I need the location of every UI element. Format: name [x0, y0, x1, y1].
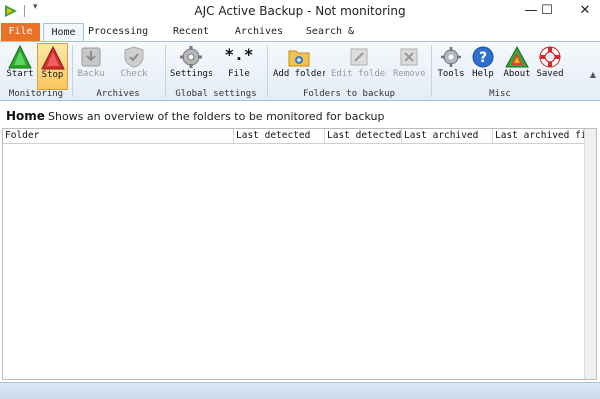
file-patterns-label: File [228, 69, 250, 79]
remove-folder-button[interactable]: Remove [393, 43, 425, 90]
group-label-misc: Misc [489, 89, 511, 99]
column-header-last-detected[interactable]: Last detected [234, 129, 325, 143]
check-integrity-button[interactable]: Check [114, 43, 154, 90]
column-header-last-archived[interactable]: Last archived [402, 129, 493, 143]
folder-remove-icon [400, 48, 418, 66]
tools-button[interactable]: Tools [436, 43, 466, 90]
folders-table[interactable]: Folder Last detected Last detected Last … [2, 128, 597, 380]
page-title: Home [6, 109, 45, 123]
tab-search-list[interactable]: Search & list [293, 23, 367, 54]
backup-download-icon [81, 47, 101, 67]
svg-text:?: ? [479, 50, 487, 66]
remove-folder-label: Remove [393, 69, 425, 79]
lifebuoy-icon [539, 46, 561, 68]
help-button[interactable]: ? Help [469, 43, 497, 90]
add-folder-button[interactable]: Add folder [273, 43, 325, 90]
window-title: AJC Active Backup - Not monitoring [194, 4, 406, 18]
start-button[interactable]: Start [4, 43, 36, 90]
page-description: Shows an overview of the folders to be m… [48, 110, 385, 123]
about-triangle-icon [505, 45, 529, 68]
add-folder-label: Add folder [273, 69, 325, 79]
table-header: Folder Last detected Last detected Last … [3, 129, 587, 144]
start-arrow-icon [8, 45, 32, 69]
about-label: About [503, 69, 531, 79]
gear-icon [180, 46, 202, 68]
stop-arrow-icon [40, 46, 65, 70]
settings-button[interactable]: Settings [170, 43, 212, 90]
ribbon-tab-bar: File Home Processing Recent files Archiv… [0, 23, 600, 60]
stop-label: Stop [41, 70, 64, 80]
start-label: Start [6, 69, 34, 79]
tab-recent-files[interactable]: Recent files [156, 23, 226, 54]
settings-label: Settings [170, 69, 212, 79]
edit-folder-button[interactable]: Edit folder [331, 43, 387, 90]
group-separator [267, 45, 268, 97]
maximize-button[interactable]: ☐ [532, 0, 562, 23]
vertical-scrollbar[interactable] [584, 129, 596, 379]
title-bar: ▾ AJC Active Backup - Not monitoring — ☐… [0, 0, 600, 23]
group-label-global-settings: Global settings [175, 89, 257, 99]
stop-button[interactable]: Stop [37, 43, 68, 90]
page-header: Home Shows an overview of the folders to… [0, 108, 600, 126]
ribbon-panel: Start Stop Monitoring Backu Check Archiv… [0, 41, 600, 101]
about-button[interactable]: About [501, 43, 533, 90]
backup-now-label: Backu [77, 69, 105, 79]
tools-gear-icon [441, 47, 461, 67]
tab-home[interactable]: Home [43, 23, 84, 42]
status-bar [0, 382, 600, 399]
tools-label: Tools [437, 69, 465, 79]
group-label-folders-to-backup: Folders to backup [302, 89, 396, 99]
column-header-last-archived-file[interactable]: Last archived file [493, 129, 587, 143]
edit-folder-label: Edit folder [331, 69, 387, 79]
saved-button[interactable]: Saved [535, 43, 565, 90]
collapse-ribbon-icon[interactable]: ▲ [590, 70, 596, 79]
backup-now-button[interactable]: Backu [76, 43, 106, 90]
shield-check-icon [124, 46, 144, 68]
close-button[interactable]: ✕ [570, 0, 600, 23]
folder-add-icon [288, 50, 310, 67]
column-header-last-detected-2[interactable]: Last detected [325, 129, 402, 143]
check-integrity-label: Check [120, 69, 148, 79]
tab-file[interactable]: File [1, 23, 40, 41]
group-separator [431, 45, 432, 97]
folder-edit-icon [350, 48, 368, 66]
group-separator [165, 45, 166, 97]
group-label-archives: Archives [96, 89, 140, 99]
group-label-monitoring: Monitoring [8, 89, 64, 99]
file-patterns-button[interactable]: *.* File [222, 43, 256, 90]
help-icon: ? [472, 46, 494, 68]
group-separator [72, 45, 73, 97]
file-patterns-icon: *.* [224, 45, 254, 64]
saved-label: Saved [536, 69, 564, 79]
column-header-folder[interactable]: Folder [3, 129, 234, 143]
tab-processing[interactable]: Processing [88, 23, 148, 41]
help-label: Help [472, 69, 494, 79]
tab-archives[interactable]: Archives [234, 23, 284, 41]
